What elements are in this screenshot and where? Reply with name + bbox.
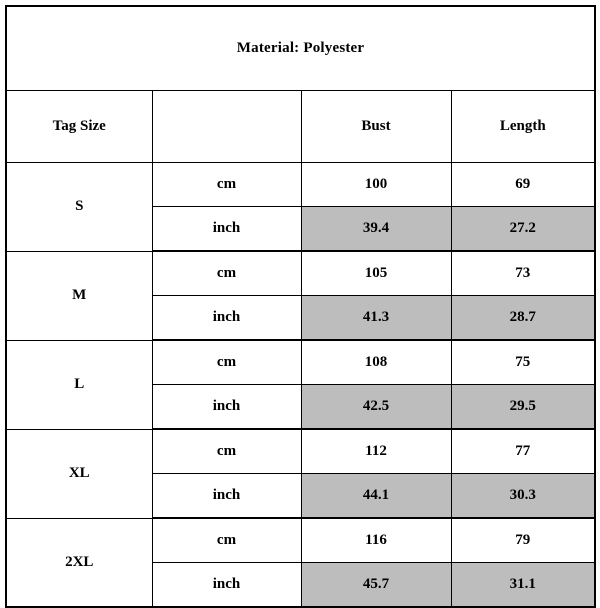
unit-label-inch: inch <box>151 473 302 519</box>
length-value-2xl-inch: 31.1 <box>450 562 596 608</box>
size-label-2xl: 2XL <box>5 517 153 608</box>
length-value-l-cm: 75 <box>450 339 596 385</box>
bust-value-2xl-inch: 45.7 <box>300 562 452 608</box>
length-value-s-cm: 69 <box>450 162 596 207</box>
title-row: Material: Polyester <box>5 5 596 91</box>
length-value-xl-inch: 30.3 <box>450 473 596 519</box>
unit-label-cm: cm <box>151 339 302 385</box>
column-header-bust: Bust <box>300 90 452 163</box>
length-value-s-inch: 27.2 <box>450 206 596 252</box>
length-value-m-cm: 73 <box>450 250 596 296</box>
bust-value-s-inch: 39.4 <box>300 206 452 252</box>
column-header-length: Length <box>450 90 596 163</box>
column-header-unit <box>151 90 302 163</box>
size-label-s: S <box>5 162 153 252</box>
table-row: XL cm 112 77 <box>5 428 596 519</box>
size-label-l: L <box>5 339 153 430</box>
bust-value-l-cm: 108 <box>300 339 452 385</box>
length-value-xl-cm: 77 <box>450 428 596 474</box>
table-row: 2XL cm 116 79 <box>5 517 596 608</box>
material-title: Material: Polyester <box>5 5 596 91</box>
unit-label-inch: inch <box>151 295 302 341</box>
unit-label-cm: cm <box>151 517 302 563</box>
unit-label-inch: inch <box>151 384 302 430</box>
length-value-2xl-cm: 79 <box>450 517 596 563</box>
size-chart-table: Material: Polyester Tag Size Bust Length… <box>5 5 597 608</box>
unit-label-inch: inch <box>151 206 302 252</box>
size-label-xl: XL <box>5 428 153 519</box>
unit-label-cm: cm <box>151 162 302 207</box>
length-value-l-inch: 29.5 <box>450 384 596 430</box>
bust-value-m-cm: 105 <box>300 250 452 296</box>
unit-label-cm: cm <box>151 428 302 474</box>
size-label-m: M <box>5 250 153 341</box>
bust-value-xl-inch: 44.1 <box>300 473 452 519</box>
column-header-tag-size: Tag Size <box>5 90 153 163</box>
bust-value-s-cm: 100 <box>300 162 452 207</box>
bust-value-xl-cm: 112 <box>300 428 452 474</box>
unit-label-inch: inch <box>151 562 302 608</box>
length-value-m-inch: 28.7 <box>450 295 596 341</box>
bust-value-l-inch: 42.5 <box>300 384 452 430</box>
table-row: L cm 108 75 <box>5 339 596 430</box>
table-row: S cm 100 69 <box>5 162 596 252</box>
bust-value-2xl-cm: 116 <box>300 517 452 563</box>
size-chart-container: Material: Polyester Tag Size Bust Length… <box>5 5 597 608</box>
unit-label-cm: cm <box>151 250 302 296</box>
bust-value-m-inch: 41.3 <box>300 295 452 341</box>
header-row: Tag Size Bust Length <box>5 90 596 163</box>
table-row: M cm 105 73 <box>5 250 596 341</box>
